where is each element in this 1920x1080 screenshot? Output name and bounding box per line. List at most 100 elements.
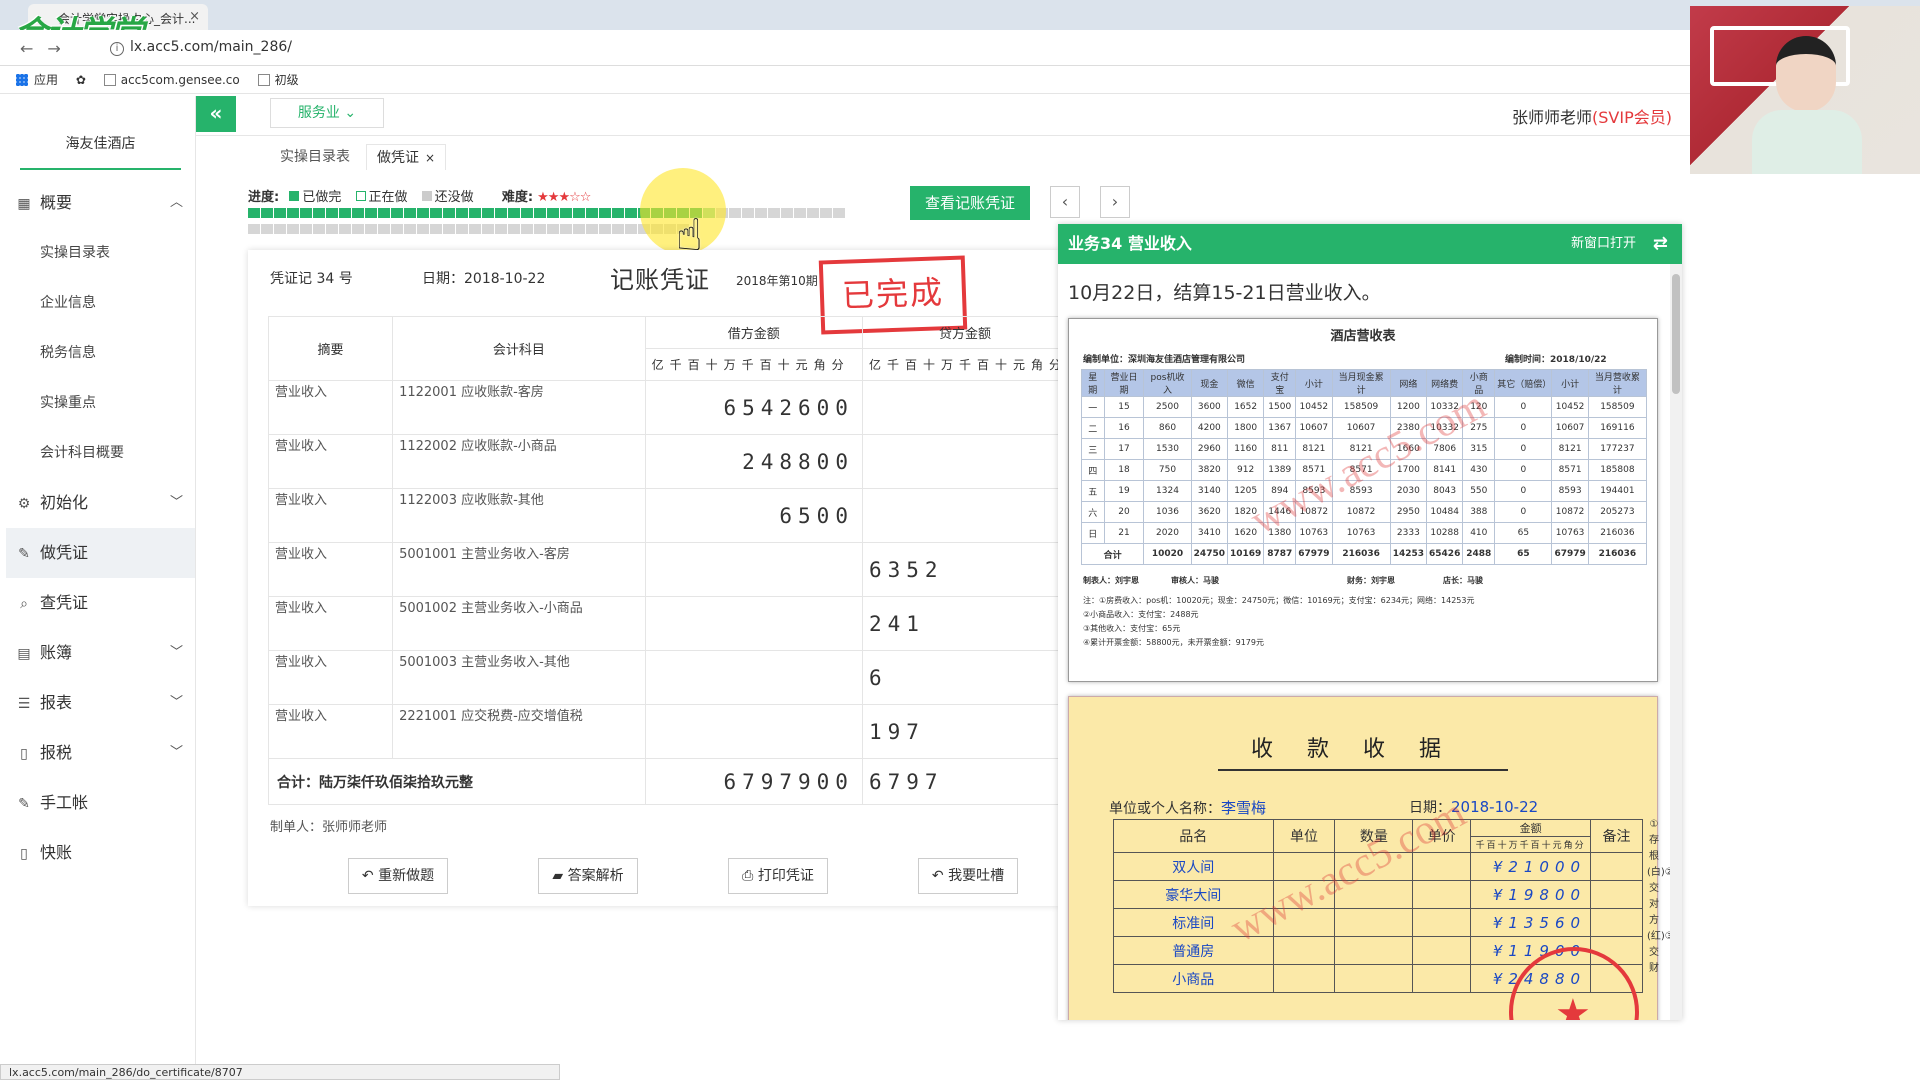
answer-analysis-button[interactable]: ▰ 答案解析 — [538, 858, 638, 894]
progress-cell[interactable] — [365, 224, 377, 234]
sidebar-sub-tax-info[interactable]: 税务信息 — [6, 328, 195, 378]
progress-cell[interactable] — [326, 224, 338, 234]
progress-cell[interactable] — [391, 208, 403, 218]
sidebar-item-query-voucher[interactable]: ⌕ 查凭证 — [6, 578, 195, 628]
credit-cell[interactable] — [861, 488, 1058, 543]
task-scrollbar[interactable] — [1670, 264, 1682, 1020]
progress-cell[interactable] — [599, 224, 611, 234]
progress-cell[interactable] — [404, 224, 416, 234]
account-cell[interactable]: 2221001 应交税费-应交增值税 — [392, 704, 646, 759]
progress-cell[interactable] — [599, 208, 611, 218]
progress-cell[interactable] — [625, 208, 637, 218]
progress-cell[interactable] — [378, 208, 390, 218]
account-cell[interactable]: 1122002 应收账款-小商品 — [392, 434, 646, 489]
view-voucher-button[interactable]: 查看记账凭证 — [910, 186, 1030, 220]
sidebar-item-quick[interactable]: ▯ 快账 — [6, 828, 195, 878]
sidebar-item-init[interactable]: ⚙ 初始化 ﹀ — [6, 478, 195, 528]
summary-cell[interactable]: 营业收入 — [267, 542, 394, 597]
progress-cell[interactable] — [755, 208, 767, 218]
progress-cell[interactable] — [352, 208, 364, 218]
progress-cell[interactable] — [612, 208, 624, 218]
progress-cell[interactable] — [300, 208, 312, 218]
summary-cell[interactable]: 营业收入 — [267, 596, 394, 651]
progress-cell[interactable] — [287, 224, 299, 234]
credit-cell[interactable] — [861, 380, 1058, 435]
progress-cell[interactable] — [833, 208, 845, 218]
credit-cell[interactable]: 6352 — [861, 542, 1058, 597]
sidebar-sub-accounts[interactable]: 会计科目概要 — [6, 428, 195, 478]
progress-cell[interactable] — [326, 208, 338, 218]
progress-cell[interactable] — [482, 208, 494, 218]
progress-cell[interactable] — [560, 224, 572, 234]
progress-cell[interactable] — [560, 208, 572, 218]
close-icon[interactable]: × — [425, 151, 435, 165]
collapse-sidebar-button[interactable]: « — [196, 96, 236, 132]
credit-cell[interactable]: 6 — [861, 650, 1058, 705]
progress-cell[interactable] — [430, 224, 442, 234]
sidebar-item-make-voucher[interactable]: ✎ 做凭证 — [6, 528, 195, 578]
progress-cell[interactable] — [586, 208, 598, 218]
progress-cell[interactable] — [534, 208, 546, 218]
progress-cell[interactable] — [794, 208, 806, 218]
progress-cell[interactable] — [339, 208, 351, 218]
progress-cell[interactable] — [807, 208, 819, 218]
prev-button[interactable]: ‹ — [1050, 186, 1080, 218]
progress-cell[interactable] — [378, 224, 390, 234]
progress-cell[interactable] — [404, 208, 416, 218]
account-cell[interactable]: 1122003 应收账款-其他 — [392, 488, 646, 543]
credit-cell[interactable]: 197 — [861, 704, 1058, 759]
progress-cell[interactable] — [729, 208, 741, 218]
progress-cell[interactable] — [313, 224, 325, 234]
sidebar-item-report[interactable]: ☰ 报表 ﹀ — [6, 678, 195, 728]
progress-cell[interactable] — [820, 208, 832, 218]
progress-cell[interactable] — [300, 224, 312, 234]
progress-cell[interactable] — [430, 208, 442, 218]
sidebar-sub-company-info[interactable]: 企业信息 — [6, 278, 195, 328]
progress-cell[interactable] — [547, 208, 559, 218]
credit-cell[interactable] — [861, 434, 1058, 489]
progress-cell[interactable] — [443, 224, 455, 234]
account-cell[interactable]: 1122001 应收账款-客房 — [392, 380, 646, 435]
redo-button[interactable]: ↶ 重新做题 — [348, 858, 448, 894]
progress-cell[interactable] — [521, 224, 533, 234]
summary-cell[interactable]: 营业收入 — [267, 380, 394, 435]
close-icon[interactable]: × — [189, 9, 200, 24]
progress-cell[interactable] — [274, 224, 286, 234]
summary-cell[interactable]: 营业收入 — [267, 434, 394, 489]
user-info[interactable]: 张师师老师(SVIP会员) — [1512, 104, 1672, 128]
sidebar-sub-key-points[interactable]: 实操重点 — [6, 378, 195, 428]
progress-cell[interactable] — [781, 208, 793, 218]
progress-cell[interactable] — [352, 224, 364, 234]
open-new-window-link[interactable]: 新窗口打开 — [1571, 224, 1636, 264]
progress-cell[interactable] — [261, 208, 273, 218]
progress-cell[interactable] — [612, 224, 624, 234]
paw-icon[interactable]: ✿ — [76, 73, 86, 87]
bookmark-gensee[interactable]: acc5com.gensee.co — [103, 73, 240, 87]
print-voucher-button[interactable]: ⎙ 打印凭证 — [728, 858, 828, 894]
progress-cell[interactable] — [391, 224, 403, 234]
progress-cell[interactable] — [261, 224, 273, 234]
progress-cell[interactable] — [274, 208, 286, 218]
summary-cell[interactable]: 营业收入 — [267, 650, 394, 705]
bookmark-chuji[interactable]: 初级 — [257, 73, 299, 87]
progress-cell[interactable] — [469, 224, 481, 234]
progress-cell[interactable] — [768, 208, 780, 218]
progress-cell[interactable] — [248, 224, 260, 234]
swap-icon[interactable]: ⇄ — [1653, 224, 1668, 264]
feedback-button[interactable]: ↶ 我要吐槽 — [918, 858, 1018, 894]
progress-cell[interactable] — [417, 208, 429, 218]
progress-cell[interactable] — [547, 224, 559, 234]
debit-cell[interactable] — [644, 704, 863, 759]
progress-cell[interactable] — [456, 224, 468, 234]
progress-cell[interactable] — [625, 224, 637, 234]
progress-cell[interactable] — [586, 224, 598, 234]
bookmark-apps[interactable]: 应用 — [16, 73, 58, 87]
debit-cell[interactable]: 248800 — [644, 434, 863, 489]
progress-cell[interactable] — [365, 208, 377, 218]
credit-cell[interactable]: 241 — [861, 596, 1058, 651]
debit-cell[interactable]: 6500 — [644, 488, 863, 543]
progress-cell[interactable] — [456, 208, 468, 218]
summary-cell[interactable]: 营业收入 — [267, 488, 394, 543]
progress-cell[interactable] — [508, 224, 520, 234]
industry-dropdown[interactable]: 服务业 ⌄ — [270, 98, 384, 128]
